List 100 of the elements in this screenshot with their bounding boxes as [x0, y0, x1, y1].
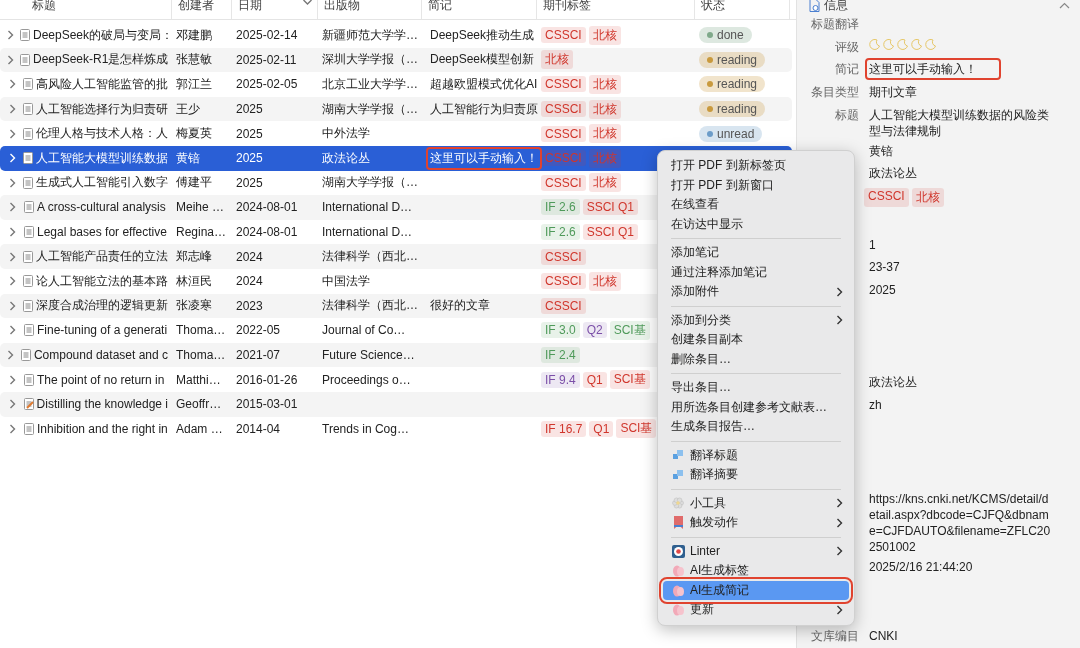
expand-icon[interactable] — [9, 227, 16, 238]
publication-cell: International D… — [322, 200, 413, 215]
column-header[interactable]: 标题 — [0, 0, 172, 19]
submenu-chevron-icon[interactable] — [836, 604, 843, 615]
title-cell[interactable]: Legal bases for effective — [37, 225, 167, 240]
menu-item[interactable]: 添加笔记 — [663, 243, 849, 263]
title-cell[interactable]: Distilling the knowledge i — [36, 397, 168, 412]
submenu-chevron-icon[interactable] — [836, 517, 843, 528]
field-value[interactable]: 政法论丛 — [869, 165, 917, 181]
expand-icon[interactable] — [9, 325, 16, 336]
title-cell[interactable]: 高风险人工智能监管的批 — [36, 76, 168, 93]
expand-icon[interactable] — [8, 104, 16, 115]
document-icon — [24, 226, 34, 239]
column-header[interactable]: 创建者 — [172, 0, 232, 19]
field-value[interactable]: 2025 — [869, 281, 896, 298]
date-cell: 2025 — [236, 151, 263, 166]
field-value[interactable]: 政法论丛 — [869, 374, 917, 390]
expand-icon[interactable] — [8, 276, 16, 287]
title-cell[interactable]: 生成式人工智能引入数字 — [36, 174, 168, 192]
field-value[interactable]: CNKI — [869, 627, 898, 644]
field-value[interactable]: 2025/2/16 21:44:20 — [869, 559, 973, 575]
menu-item[interactable]: 创建条目副本 — [663, 330, 849, 350]
field-value[interactable]: 1 — [869, 236, 876, 253]
date-cell: 2025 — [236, 102, 263, 117]
menu-item[interactable]: 添加到分类 — [663, 310, 849, 330]
submenu-chevron-icon[interactable] — [836, 546, 843, 557]
title-cell[interactable]: 人工智能大模型训练数据 — [36, 149, 168, 167]
menu-item[interactable]: 翻译标题 — [663, 445, 849, 465]
field-label: 评级 — [834, 38, 859, 56]
menu-item[interactable]: 生成条目报告… — [663, 417, 849, 437]
submenu-chevron-icon[interactable] — [836, 315, 843, 326]
column-header[interactable]: 出版物 — [318, 0, 422, 19]
journal-tag: CSSCI — [864, 187, 909, 207]
title-cell[interactable]: 人工智能选择行为归责研 — [36, 100, 168, 118]
expand-icon[interactable] — [8, 251, 16, 262]
field-value[interactable]: zh — [869, 396, 882, 413]
expand-icon[interactable] — [7, 30, 14, 41]
journal-tag: IF 2.4 — [541, 347, 580, 363]
menu-item[interactable]: 删除条目… — [663, 349, 849, 369]
menu-item[interactable]: 打开 PDF 到新窗口 — [663, 175, 849, 195]
journal-tag: SCI基 — [609, 370, 650, 390]
title-cell[interactable]: Fine-tuning of a generati — [37, 323, 168, 338]
field-value[interactable]: https://kns.cnki.net/KCMS/detail/detail.aspx?dbcode=CJFQ&dbname=CJFDAUTO&filename=ZFLC202501002 — [869, 491, 1051, 555]
status-badge: reading — [699, 51, 766, 68]
expand-icon[interactable] — [8, 128, 16, 139]
menu-item[interactable]: 更新 — [663, 600, 849, 620]
note-cell-text: DeepSeek推动生成 — [429, 26, 536, 44]
expand-icon[interactable] — [8, 79, 16, 90]
journal-tag: IF 2.6 — [541, 224, 580, 241]
collapse-icon[interactable] — [1059, 1, 1070, 9]
publication-cell: 新疆师范大学学… — [322, 26, 418, 44]
expand-icon[interactable] — [7, 350, 15, 360]
journal-tag: 北核 — [588, 99, 621, 119]
document-icon — [24, 201, 34, 214]
title-cell[interactable]: DeepSeek-R1是怎样炼成 — [33, 51, 169, 69]
menu-item[interactable]: 用所选条目创建参考文献表… — [663, 397, 849, 417]
menu-item[interactable]: 通过注释添加笔记 — [663, 262, 849, 282]
title-cell[interactable]: 伦理人格与技术人格：人 — [36, 125, 168, 143]
field-value[interactable]: 黄锫 — [869, 142, 893, 159]
title-cell[interactable]: The point of no return in — [37, 372, 165, 387]
expand-icon[interactable] — [8, 399, 16, 410]
publication-cell: 中外法学 — [322, 125, 370, 143]
title-cell[interactable]: Inhibition and the right in — [37, 421, 168, 436]
menu-item[interactable]: 打开 PDF 到新标签页 — [663, 156, 849, 176]
expand-icon[interactable] — [9, 202, 16, 213]
title-cell[interactable]: Compound dataset and c — [33, 348, 168, 362]
creator-cell: Thoma… — [176, 348, 226, 362]
date-cell: 2024 — [236, 249, 263, 264]
column-header[interactable]: 日期 — [232, 0, 318, 19]
expand-icon[interactable] — [7, 54, 14, 65]
menu-item[interactable]: 小工具 — [663, 493, 849, 513]
sort-icon[interactable] — [302, 0, 313, 6]
field-value[interactable]: 人工智能大模型训练数据的风险类型与法律规制 — [869, 106, 1051, 139]
menu-item[interactable]: 触发动作 — [663, 513, 849, 533]
expand-icon[interactable] — [8, 177, 16, 188]
expand-icon[interactable] — [9, 374, 16, 385]
menu-item[interactable]: 在访达中显示 — [663, 214, 849, 234]
submenu-chevron-icon[interactable] — [836, 286, 843, 297]
title-cell[interactable]: 深度合成治理的逻辑更新 — [36, 297, 168, 315]
submenu-chevron-icon[interactable] — [836, 498, 843, 509]
menu-item[interactable]: AI生成标签 — [663, 561, 849, 581]
expand-icon[interactable] — [9, 423, 16, 434]
creator-cell: 王少 — [176, 100, 200, 118]
menu-item[interactable]: 添加附件 — [663, 282, 849, 302]
creator-cell: 邓建鹏 — [176, 26, 212, 44]
field-value[interactable]: 这里可以手动输入！ — [865, 58, 1001, 80]
menu-item[interactable]: Linter — [663, 541, 849, 561]
menu-item[interactable]: 在线查看 — [663, 195, 849, 215]
column-header[interactable]: 简记 — [422, 0, 537, 19]
title-cell[interactable]: 论人工智能立法的基本路 — [36, 272, 168, 290]
menu-item[interactable]: 翻译摘要 — [663, 465, 849, 485]
document-icon — [20, 349, 31, 361]
title-cell[interactable]: 人工智能产品责任的立法 — [36, 248, 168, 266]
column-header[interactable]: 期刊标签 — [537, 0, 695, 19]
menu-item[interactable]: 导出条目… — [663, 378, 849, 398]
expand-icon[interactable] — [8, 300, 16, 311]
title-cell[interactable]: A cross-cultural analysis — [37, 200, 166, 215]
field-value[interactable]: 23-37 — [869, 259, 900, 275]
field-value[interactable]: 期刊文章 — [869, 84, 917, 100]
title-cell[interactable]: DeepSeek的破局与变局： — [33, 26, 174, 44]
